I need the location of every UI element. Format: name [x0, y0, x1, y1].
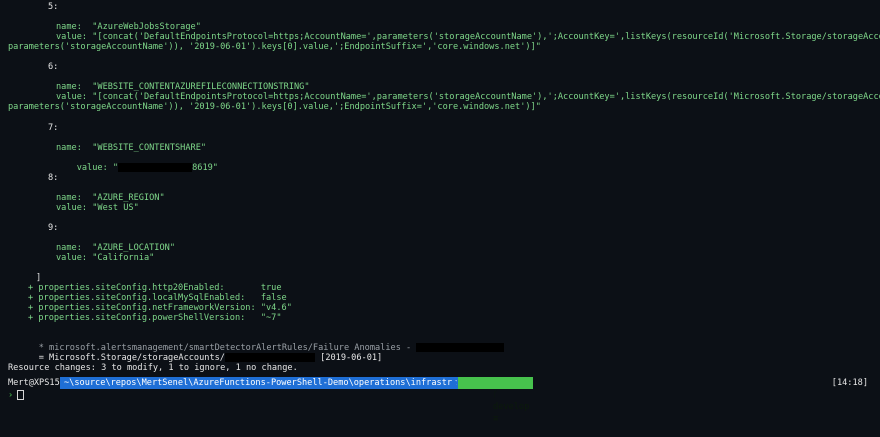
git-branch-icon: ᚴ: [493, 390, 499, 400]
env-value-line: value: "[concat('DefaultEndpointsProtoco…: [56, 92, 880, 102]
git-segment-arrow: [521, 377, 527, 389]
env-value-line-redacted: value: " 8619": [56, 153, 218, 183]
text-cursor[interactable]: [17, 390, 25, 400]
env-value-line: value: "California": [56, 253, 155, 263]
env-value-line: value: "[concat('DefaultEndpointsProtoco…: [56, 32, 880, 42]
resource-nochange-text: = Microsoft.Storage/storageAccounts/: [38, 353, 225, 363]
property-change-line: + properties.siteConfig.netFrameworkVers…: [28, 303, 292, 313]
redacted-block: [416, 343, 505, 352]
array-index-6: 6:: [48, 62, 59, 72]
resource-changes-summary: Resource changes: 3 to modify, 1 to igno…: [8, 363, 298, 373]
git-branch-name: develop: [493, 402, 530, 412]
env-value-continuation: parameters('storageAccountName')), '2019…: [8, 102, 541, 112]
env-name-line: name: "WEBSITE_CONTENTAZUREFILECONNECTIO…: [56, 82, 310, 92]
redacted-block: [224, 353, 315, 362]
array-index-7: 7:: [48, 123, 59, 133]
env-name-line: name: "AZURE_REGION": [56, 193, 165, 203]
array-close-bracket: ]: [36, 273, 42, 283]
env-name-line: name: "AzureWebJobsStorage": [56, 22, 201, 32]
array-index-9: 9:: [48, 223, 59, 233]
resource-api-version: [2019-06-01]: [314, 353, 383, 363]
prompt-time: [14:18]: [831, 378, 868, 388]
prompt-chevron-icon: ›: [8, 390, 14, 401]
property-change-line: + properties.siteConfig.powerShellVersio…: [28, 313, 282, 323]
env-name-line: name: "WEBSITE_CONTENTSHARE": [56, 143, 207, 153]
redacted-block: [118, 163, 193, 172]
terminal-window[interactable]: 5: name: "AzureWebJobsStorage" value: "[…: [0, 0, 880, 424]
git-status-icon: ≡: [493, 414, 499, 424]
prompt-user-host: Mert@XPS15: [8, 378, 60, 388]
prompt-path-segment: ~\source\repos\MertSenel\AzureFunctions-…: [60, 377, 488, 389]
value-prefix: value: ": [76, 163, 119, 173]
property-change-line: + properties.siteConfig.http20Enabled: t…: [28, 283, 282, 293]
command-input-line[interactable]: ›: [8, 390, 25, 401]
array-index-8: 8:: [48, 173, 59, 183]
array-index-5: 5:: [48, 2, 59, 12]
env-value-line: value: "West US": [56, 203, 139, 213]
env-value-continuation: parameters('storageAccountName')), '2019…: [8, 42, 541, 52]
env-name-line: name: "AZURE_LOCATION": [56, 243, 175, 253]
value-suffix: 8619": [192, 163, 218, 173]
property-change-line: + properties.siteConfig.localMySqlEnable…: [28, 293, 287, 303]
prompt-bar: Mert@XPS15 ~\source\repos\MertSenel\Azur…: [0, 377, 880, 424]
